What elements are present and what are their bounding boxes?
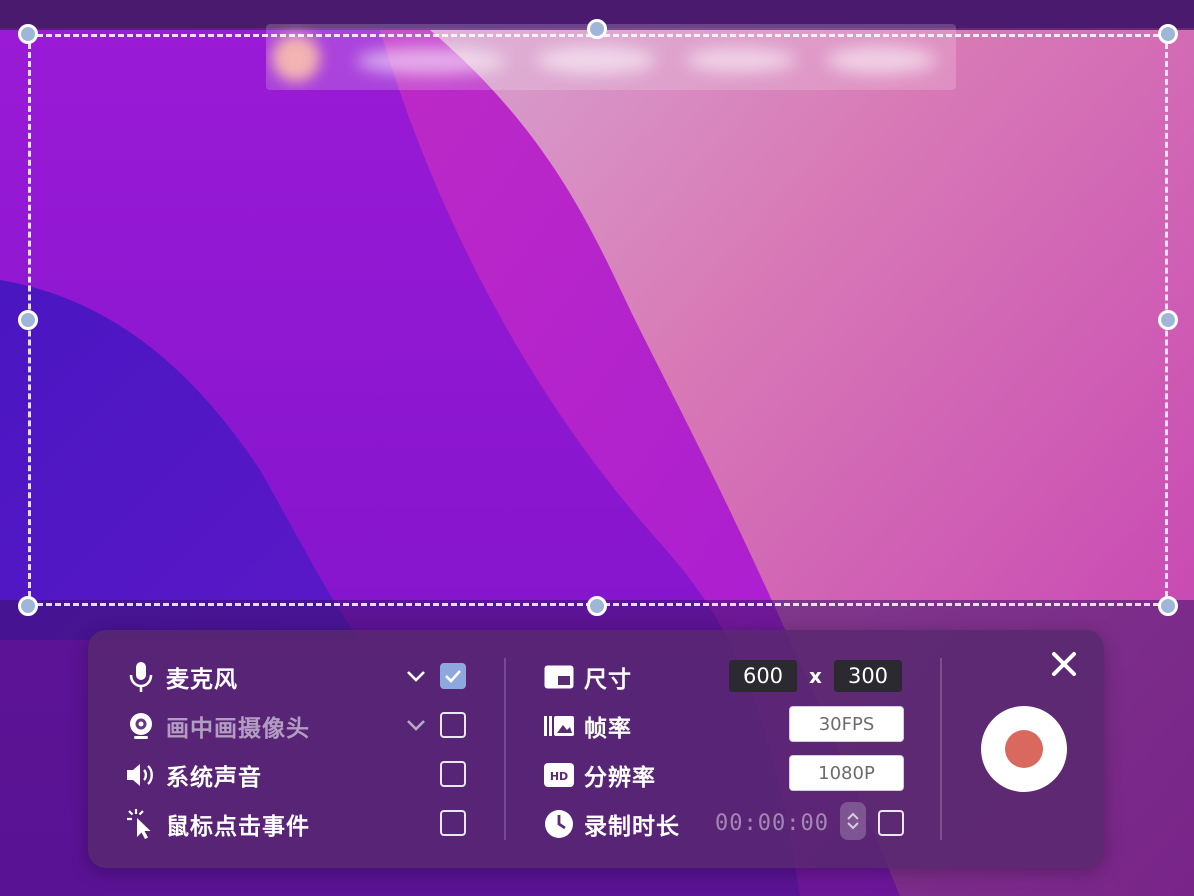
webcam-icon — [124, 709, 158, 743]
option-label: 鼠标点击事件 — [166, 814, 310, 840]
microphone-icon — [124, 660, 158, 694]
toolbar-divider — [504, 658, 506, 840]
option-microphone[interactable]: 麦克风 — [124, 657, 238, 697]
resize-handle-top-left[interactable] — [18, 24, 38, 44]
width-input[interactable]: 600 — [729, 660, 797, 692]
record-button[interactable] — [981, 706, 1067, 792]
option-label: 麦克风 — [166, 667, 238, 693]
option-duration: 录制时长 — [542, 804, 680, 844]
record-icon — [1005, 730, 1043, 768]
framerate-icon — [542, 709, 576, 743]
pip-camera-checkbox[interactable] — [440, 712, 466, 738]
size-icon — [542, 660, 576, 694]
cursor-click-icon — [124, 807, 158, 841]
hd-icon: HD — [542, 758, 576, 792]
checkmark-icon — [445, 670, 461, 683]
mouse-click-checkbox[interactable] — [440, 810, 466, 836]
size-separator: x — [809, 664, 822, 688]
chevron-down-icon[interactable] — [404, 713, 428, 737]
speaker-icon — [124, 758, 158, 792]
option-label: 画中画摄像头 — [166, 716, 310, 742]
option-label: 系统声音 — [166, 765, 262, 791]
option-label: 分辨率 — [584, 765, 656, 791]
duration-input[interactable]: 00:00:00 — [715, 811, 829, 836]
chevron-down-icon[interactable] — [846, 821, 860, 831]
clock-icon — [542, 807, 576, 841]
option-label: 尺寸 — [584, 667, 632, 693]
resize-handle-bottom[interactable] — [587, 596, 607, 616]
resize-handle-left[interactable] — [18, 310, 38, 330]
duration-checkbox[interactable] — [878, 810, 904, 836]
option-system-audio[interactable]: 系统声音 — [124, 755, 262, 795]
option-pip-camera[interactable]: 画中画摄像头 — [124, 706, 310, 746]
option-label: 帧率 — [584, 716, 632, 742]
chevron-up-icon[interactable] — [846, 811, 860, 821]
resize-handle-top[interactable] — [587, 19, 607, 39]
option-label: 录制时长 — [584, 814, 680, 840]
resize-handle-bottom-left[interactable] — [18, 596, 38, 616]
close-icon — [1052, 652, 1076, 676]
resize-handle-bottom-right[interactable] — [1158, 596, 1178, 616]
recording-toolbar: 麦克风 画中画摄像头 系统声音 鼠标点击事件 尺寸 600 x 300 帧率 3… — [88, 630, 1104, 868]
option-mouse-click[interactable]: 鼠标点击事件 — [124, 804, 310, 844]
chevron-down-icon[interactable] — [404, 664, 428, 688]
option-resolution: HD 分辨率 — [542, 755, 656, 795]
framerate-select[interactable]: 30FPS — [789, 706, 904, 742]
duration-stepper[interactable] — [840, 802, 866, 840]
resize-handle-right[interactable] — [1158, 310, 1178, 330]
resize-handle-top-right[interactable] — [1158, 24, 1178, 44]
option-framerate: 帧率 — [542, 706, 632, 746]
option-size: 尺寸 — [542, 657, 632, 697]
toolbar-divider — [940, 658, 942, 840]
resolution-select[interactable]: 1080P — [789, 755, 904, 791]
height-input[interactable]: 300 — [834, 660, 902, 692]
microphone-checkbox[interactable] — [440, 663, 466, 689]
close-button[interactable] — [1046, 646, 1082, 682]
svg-text:HD: HD — [550, 770, 568, 783]
capture-region[interactable] — [28, 34, 1168, 606]
system-audio-checkbox[interactable] — [440, 761, 466, 787]
